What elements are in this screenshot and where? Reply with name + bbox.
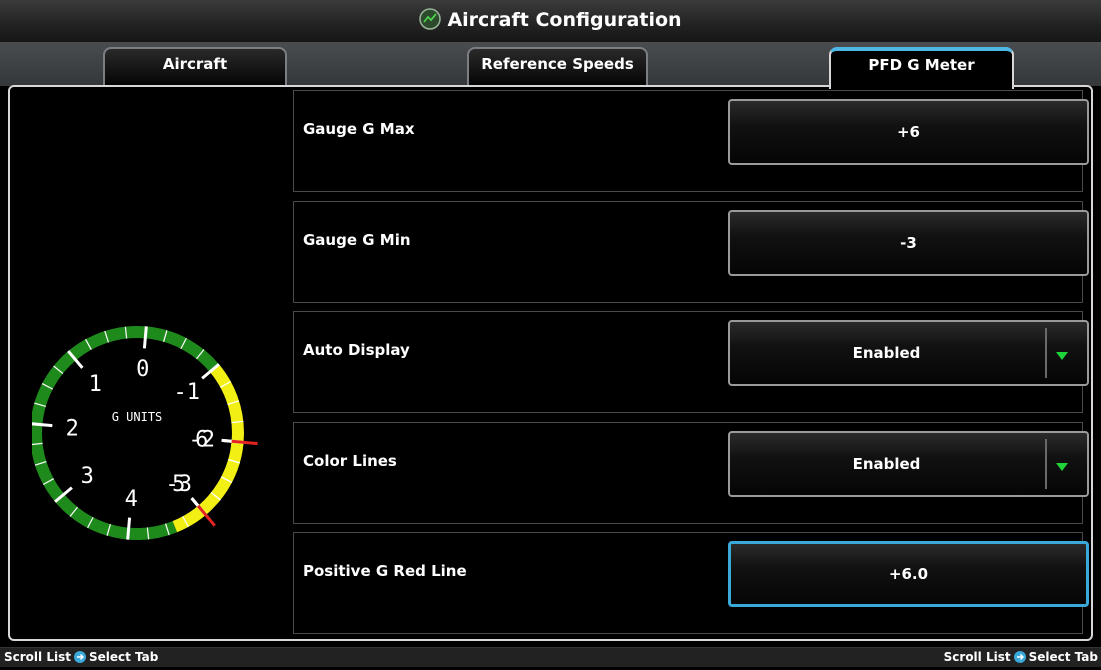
gauge-scale-label: 5 (172, 472, 185, 497)
major-tick (142, 326, 148, 349)
aircraft-config-icon (419, 8, 442, 30)
setting-row-gauge-g-max: Gauge G Max +6 (293, 90, 1089, 192)
hint-scroll-list: Scroll List (4, 650, 71, 664)
major-tick (32, 422, 53, 428)
setting-label: Auto Display (303, 341, 410, 359)
setting-row-gauge-g-min: Gauge G Min -3 (293, 201, 1089, 303)
tab-pfd-g-meter[interactable]: PFD G Meter (829, 47, 1014, 89)
hint-select-tab: Select Tab (1028, 650, 1098, 664)
setting-row-auto-display: Auto Display Enabled (293, 311, 1089, 413)
major-tick (126, 517, 132, 540)
gauge-scale-label: 3 (81, 464, 94, 489)
setting-label: Color Lines (303, 452, 397, 470)
gauge-scale-label: 1 (89, 372, 102, 397)
gauge-scale-label: 6 (195, 428, 208, 453)
gauge-scale-label: 2 (66, 416, 79, 441)
gauge-scale-label: -1 (174, 380, 201, 405)
setting-label: Gauge G Max (303, 120, 415, 138)
dropdown-separator (1045, 439, 1047, 489)
gauge-g-max-button[interactable]: +6 (728, 99, 1089, 165)
tab-reference-speeds[interactable]: Reference Speeds (467, 47, 648, 85)
dropdown-value: Enabled (852, 455, 921, 473)
auto-display-dropdown[interactable]: Enabled (728, 320, 1089, 386)
title-bar: Aircraft Configuration (0, 0, 1101, 43)
setting-row-color-lines: Color Lines Enabled (293, 422, 1089, 524)
title-wrap: Aircraft Configuration (0, 7, 1101, 33)
color-lines-dropdown[interactable]: Enabled (728, 431, 1089, 497)
gauge-units-label: G UNITS (112, 410, 163, 424)
hint-scroll-list: Scroll List (943, 650, 1011, 664)
chevron-down-icon (1056, 463, 1068, 471)
tab-aircraft[interactable]: Aircraft (103, 47, 287, 85)
status-bar: Scroll List Select Tab Scroll List Select … (0, 647, 1101, 667)
hint-select-tab: Select Tab (88, 650, 159, 664)
dropdown-separator (1045, 328, 1047, 378)
setting-row-positive-g-red-line: Positive G Red Line +6.0 (293, 532, 1089, 634)
hint-left: Scroll List Select Tab (4, 648, 158, 667)
gauge-labels: -3-2-10123456 (66, 357, 215, 512)
knob-icon (73, 650, 87, 664)
setting-label: Gauge G Min (303, 231, 411, 249)
gauge-g-min-button[interactable]: -3 (728, 210, 1089, 276)
tab-strip: Aircraft Reference Speeds PFD G Meter (0, 42, 1101, 89)
gauge-scale-label: 4 (125, 487, 138, 512)
chevron-down-icon (1056, 352, 1068, 360)
gauge-scale-label: 0 (136, 357, 149, 382)
positive-g-red-line-button[interactable]: +6.0 (728, 541, 1089, 607)
dropdown-value: Enabled (852, 344, 921, 362)
page-title: Aircraft Configuration (447, 9, 682, 31)
hint-right: Scroll List Select Tab (944, 648, 1098, 667)
content-panel: -3 -2 -1 0 1 2 3 4 5 6 G UNITS Gauge G Max +6 Gau… (8, 85, 1093, 641)
knob-icon (1013, 650, 1027, 664)
setting-label: Positive G Red Line (303, 562, 467, 580)
g-meter-gauge: -3-2-10123456 G UNITS (32, 326, 258, 540)
